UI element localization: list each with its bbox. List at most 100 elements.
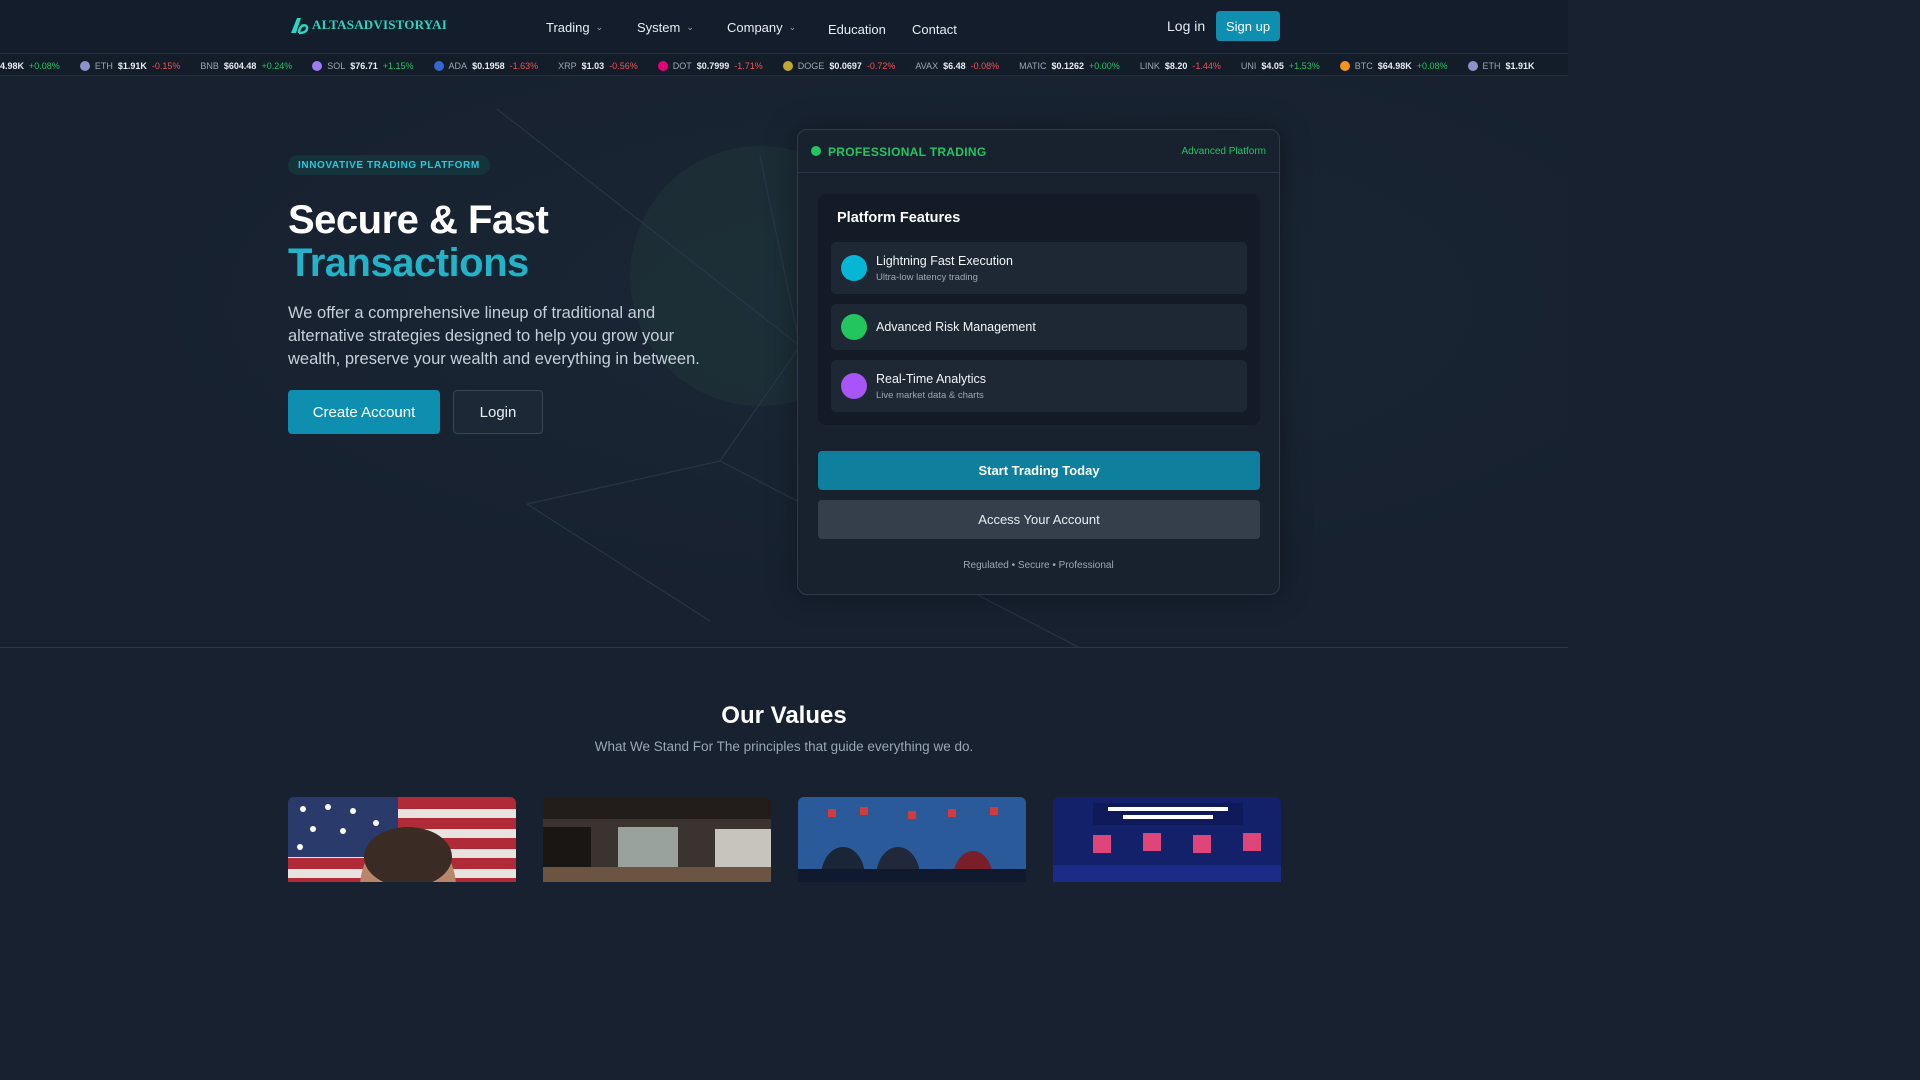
value-card-image-web3-summit[interactable] <box>1053 797 1281 882</box>
access-account-button[interactable]: Access Your Account <box>818 500 1260 539</box>
ticker-item: MATIC $0.1262 +0.00% <box>1019 60 1120 71</box>
ticker-item: UNI $4.05 +1.53% <box>1241 60 1320 71</box>
ticker-item: ETH $1.91K <box>1467 60 1535 71</box>
ticker-symbol: BNB <box>200 60 219 71</box>
ticker-price: $4.05 <box>1261 60 1284 71</box>
panel-discussion-image <box>798 797 1026 882</box>
brand-logo-icon <box>291 18 309 35</box>
hero-section: INNOVATIVE TRADING PLATFORM Secure & Fas… <box>0 76 1568 648</box>
ticker-price: $64.98K <box>1377 60 1412 71</box>
ticker-change: +0.00% <box>1089 60 1120 71</box>
feature-subtitle: Live market data & charts <box>876 390 984 401</box>
ticker-price: $6.48 <box>943 60 966 71</box>
nav-item-contact[interactable]: Contact <box>912 21 972 37</box>
value-card-image-flag-portrait[interactable] <box>288 797 516 882</box>
card-header: PROFESSIONAL TRADING Advanced Platform <box>798 130 1279 173</box>
doge-icon <box>782 60 793 71</box>
features-title: Platform Features <box>837 210 961 226</box>
ticker-change: -0.08% <box>970 60 1000 71</box>
feature-title: Lightning Fast Execution <box>876 254 1013 268</box>
ticker-item: LINK $8.20 -1.44% <box>1140 60 1221 71</box>
start-trading-button[interactable]: Start Trading Today <box>818 451 1260 490</box>
platform-features-panel: Platform Features Lightning Fast Executi… <box>818 194 1260 425</box>
hero-title-line2: Transactions <box>288 241 529 285</box>
nav-item-trading[interactable]: Trading ⌄ <box>546 19 637 35</box>
nav-item-label: Education <box>828 21 886 37</box>
brand-name: ALTASADVISTORYAI <box>312 17 447 32</box>
ticker-change: +0.08% <box>1416 60 1448 71</box>
top-navbar: ALTASADVISTORYAI Trading ⌄ System ⌄ Comp… <box>0 0 1568 53</box>
nav-item-system[interactable]: System ⌄ <box>637 19 727 35</box>
ticker-change: +1.15% <box>382 60 414 71</box>
create-account-button[interactable]: Create Account <box>288 390 440 434</box>
ticker-item: 4.98K +0.08% <box>0 60 60 71</box>
nav-item-label: Trading <box>546 19 590 35</box>
hero-description: We offer a comprehensive lineup of tradi… <box>288 304 700 368</box>
hero-title-line1: Secure & Fast <box>288 198 549 242</box>
feature-title: Real-Time Analytics <box>876 372 986 386</box>
ticker-item: ETH $1.91K -0.15% <box>79 60 181 71</box>
ticker-change: -0.72% <box>866 60 896 71</box>
flag-portrait-image <box>288 797 516 882</box>
conference-stage-image <box>543 797 771 882</box>
ticker-price: $8.20 <box>1164 60 1188 71</box>
eth-icon <box>1467 60 1478 71</box>
analytics-icon <box>841 373 867 399</box>
values-subtitle: What We Stand For The principles that gu… <box>594 739 974 754</box>
brand-logo[interactable]: ALTASADVISTORYAI <box>288 14 447 36</box>
ticker-change: -1.71% <box>734 60 763 71</box>
feature-item-fast-execution: Lightning Fast Execution Ultra-low laten… <box>831 242 1247 294</box>
ticker-price: $0.0697 <box>829 60 862 71</box>
chevron-down-icon: ⌄ <box>595 21 604 32</box>
web3-summit-image <box>1053 797 1281 882</box>
nav-item-label: System <box>637 19 681 35</box>
value-card-image-panel-discussion[interactable] <box>798 797 1026 882</box>
nav-item-company[interactable]: Company ⌄ <box>727 19 828 35</box>
ticker-item: BNB $604.48 +0.24% <box>200 60 292 71</box>
ticker-symbol: ETH <box>1482 60 1501 71</box>
ticker-symbol: MATIC <box>1019 60 1047 71</box>
ticker-change: +1.53% <box>1288 60 1320 71</box>
lightning-icon <box>841 255 867 281</box>
chevron-down-icon: ⌄ <box>788 21 797 32</box>
ticker-price: $1.91K <box>117 60 147 71</box>
ticker-price: 4.98K <box>0 60 25 71</box>
ticker-price: $0.7999 <box>696 60 730 71</box>
dot-icon <box>657 60 668 71</box>
price-ticker: 4.98K +0.08% ETH $1.91K -0.15% BNB $604.48 +0.2… <box>0 53 1568 76</box>
ticker-symbol: SOL <box>327 60 346 71</box>
ticker-track: 4.98K +0.08% ETH $1.91K -0.15% BNB $604.48 +0.2… <box>0 60 1555 71</box>
ticker-change: +0.08% <box>29 60 60 71</box>
feature-item-risk-management: Advanced Risk Management <box>831 304 1247 350</box>
ticker-symbol: DOT <box>672 60 692 71</box>
signup-button[interactable]: Sign up <box>1216 11 1280 41</box>
ticker-symbol: XRP <box>558 60 577 71</box>
ticker-item: DOGE $0.0697 -0.72% <box>782 60 896 71</box>
sol-icon <box>312 60 323 71</box>
card-title: PROFESSIONAL TRADING <box>828 145 987 159</box>
ticker-change: +0.24% <box>261 60 293 71</box>
ticker-price: $0.1958 <box>472 60 505 71</box>
ticker-symbol: ETH <box>94 60 113 71</box>
card-footer-note: Regulated • Secure • Professional <box>963 560 1114 571</box>
ticker-change: -0.56% <box>609 60 638 71</box>
nav-item-education[interactable]: Education <box>828 21 912 37</box>
ticker-item: XRP $1.03 -0.56% <box>558 60 638 71</box>
ticker-price: $1.91K <box>1505 60 1535 71</box>
ticker-item: BTC $64.98K +0.08% <box>1339 60 1448 71</box>
card-badge: Advanced Platform <box>1181 146 1267 157</box>
ticker-change: -1.63% <box>509 60 539 71</box>
feature-subtitle: Ultra-low latency trading <box>876 272 978 283</box>
ticker-symbol: UNI <box>1240 60 1257 71</box>
hero-login-button[interactable]: Login <box>453 390 543 434</box>
feature-item-analytics: Real-Time Analytics Live market data & c… <box>831 360 1247 412</box>
status-dot-icon <box>811 146 821 156</box>
ticker-price: $1.03 <box>581 60 605 71</box>
login-link[interactable]: Log in <box>1167 18 1205 34</box>
eth-icon <box>79 60 90 71</box>
ticker-change: -0.15% <box>151 60 181 71</box>
value-card-image-conference-stage[interactable] <box>543 797 771 882</box>
trading-card: PROFESSIONAL TRADING Advanced Platform P… <box>797 129 1280 595</box>
background-network-decoration <box>496 108 1080 647</box>
btc-icon <box>1339 60 1350 71</box>
